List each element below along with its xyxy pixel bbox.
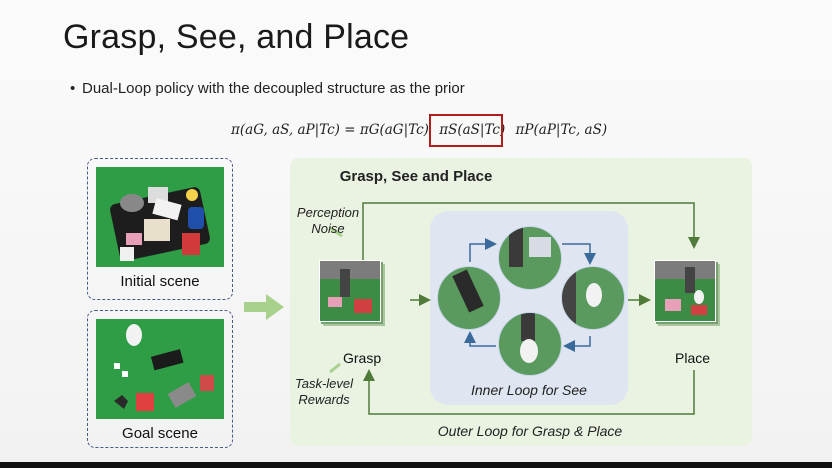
outer-loop-label: Outer Loop for Grasp & Place bbox=[437, 423, 623, 439]
grasp-label: Grasp bbox=[343, 350, 382, 366]
see-view-bottom bbox=[498, 312, 562, 376]
loop-arrows bbox=[329, 202, 700, 415]
place-label: Place bbox=[675, 350, 711, 366]
see-view-left bbox=[437, 266, 501, 330]
inner-loop-label: Inner Loop for See bbox=[471, 382, 587, 398]
see-view-right bbox=[561, 266, 625, 330]
place-image bbox=[654, 260, 716, 322]
task-rewards-label: Task-level Rewards bbox=[294, 376, 354, 407]
see-view-top bbox=[498, 226, 562, 290]
slide: Grasp, See, and Place • Dual-Loop policy … bbox=[0, 0, 832, 462]
grasp-image bbox=[319, 260, 381, 322]
bottom-bar bbox=[0, 462, 832, 468]
perception-noise-label: Perception Noise bbox=[296, 205, 360, 236]
